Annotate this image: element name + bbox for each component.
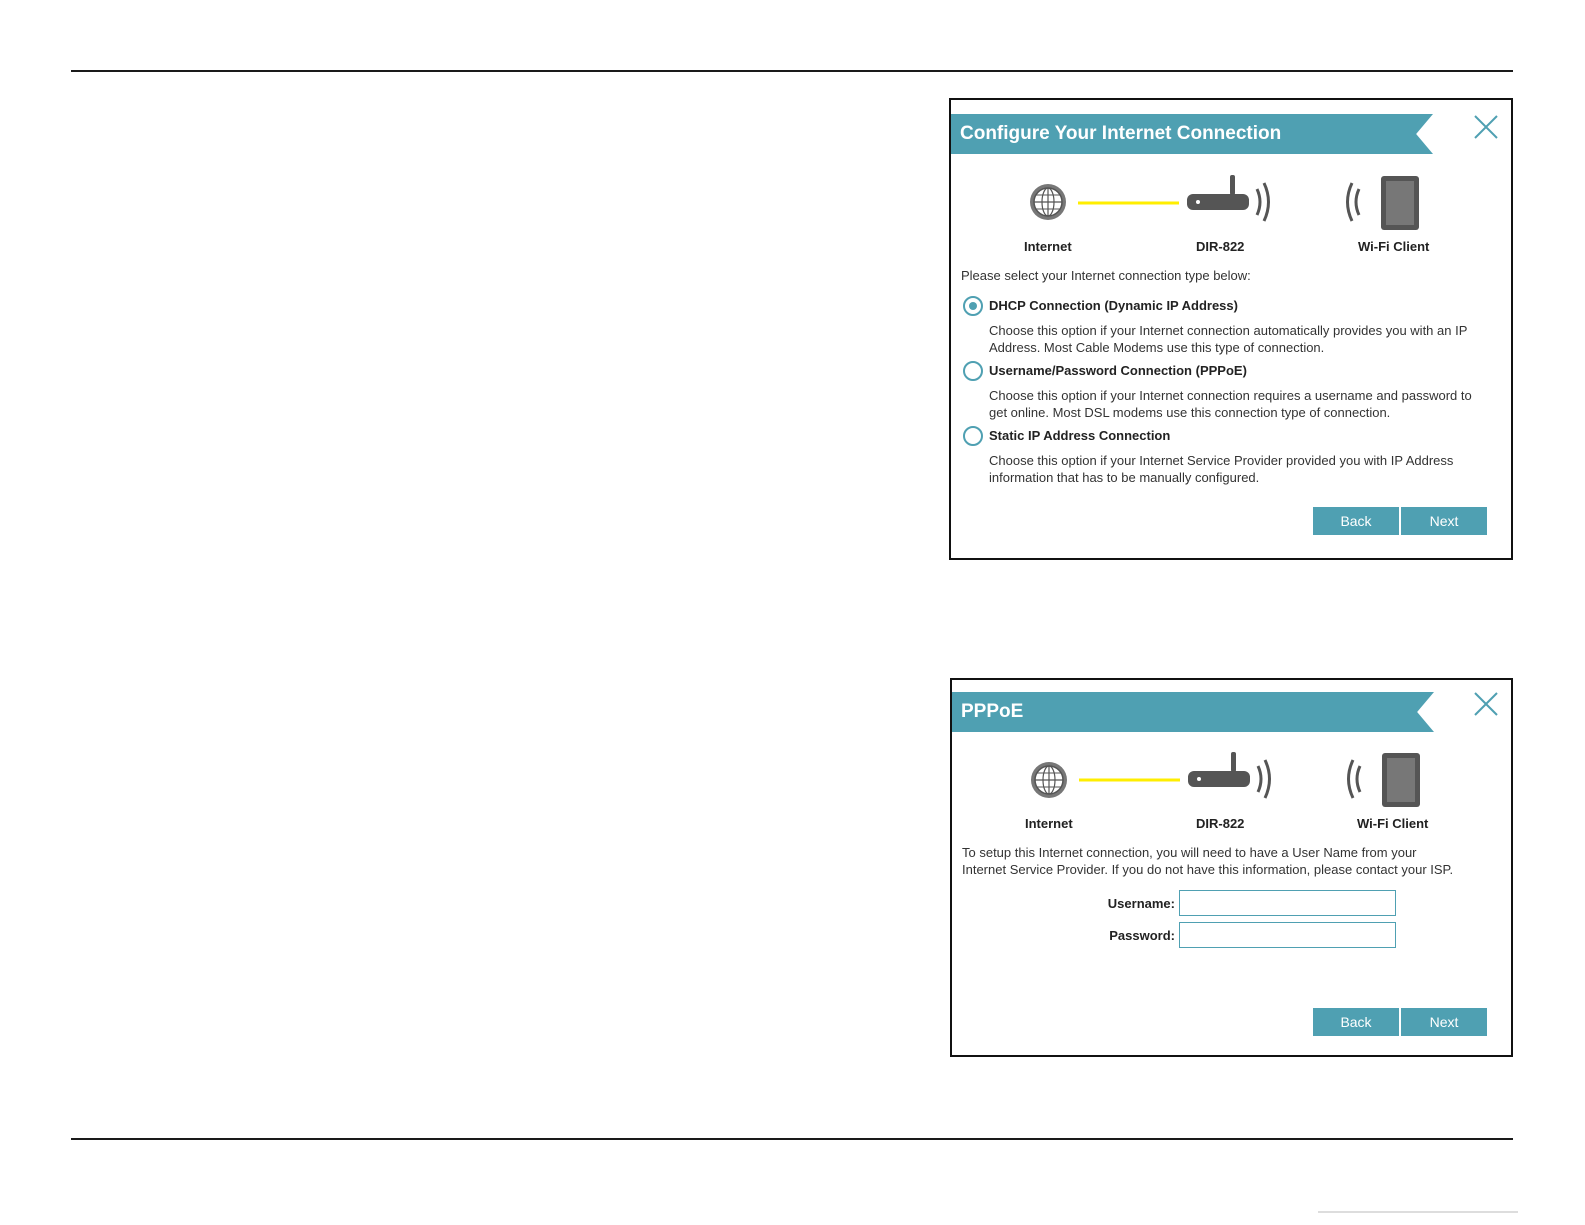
radio-static[interactable] [963,426,983,446]
radio-pppoe[interactable] [963,361,983,381]
wifi-waves-icon [1346,182,1361,222]
next-button[interactable]: Next [1401,1008,1487,1036]
client-label: Wi-Fi Client [1357,816,1429,831]
router-label: DIR-822 [1196,239,1245,254]
back-button[interactable]: Back [1313,507,1399,535]
option-desc-pppoe: Choose this option if your Internet conn… [989,388,1472,420]
close-icon[interactable] [1473,114,1499,140]
radio-dhcp[interactable] [963,296,983,316]
globe-icon [1031,762,1067,798]
router-icon [1187,175,1270,222]
internet-label: Internet [1024,239,1072,254]
option-desc-static: Choose this option if your Internet Serv… [989,453,1454,485]
next-button[interactable]: Next [1401,507,1487,535]
back-button[interactable]: Back [1313,1008,1399,1036]
top-rule [71,70,1513,72]
dialog-title: Configure Your Internet Connection [951,114,1433,154]
intro-text: Please select your Internet connection t… [961,268,1251,283]
close-icon[interactable] [1473,691,1499,717]
option-title-pppoe[interactable]: Username/Password Connection (PPPoE) [989,363,1247,378]
option-title-dhcp[interactable]: DHCP Connection (Dynamic IP Address) [989,298,1238,313]
tablet-icon [1381,176,1419,230]
footer-mark [1318,1211,1518,1213]
configure-connection-dialog: Configure Your Internet Connection Inter… [949,98,1513,560]
option-title-static[interactable]: Static IP Address Connection [989,428,1170,443]
client-label: Wi-Fi Client [1358,239,1430,254]
router-icon [1188,752,1271,799]
username-label: Username: [1107,896,1175,911]
username-input[interactable] [1179,890,1396,916]
tablet-icon [1382,753,1420,807]
pppoe-dialog: PPPoE Internet DIR-822 Wi-Fi Client To s… [950,678,1513,1057]
intro-text: To setup this Internet connection, you w… [962,845,1454,877]
password-label: Password: [1109,928,1175,943]
router-label: DIR-822 [1196,816,1245,831]
password-input[interactable] [1179,922,1396,948]
wifi-waves-icon [1347,759,1362,799]
option-desc-dhcp: Choose this option if your Internet conn… [989,323,1468,355]
internet-label: Internet [1025,816,1073,831]
bottom-rule [71,1138,1513,1140]
dialog-title: PPPoE [952,692,1434,732]
globe-icon [1030,184,1066,220]
